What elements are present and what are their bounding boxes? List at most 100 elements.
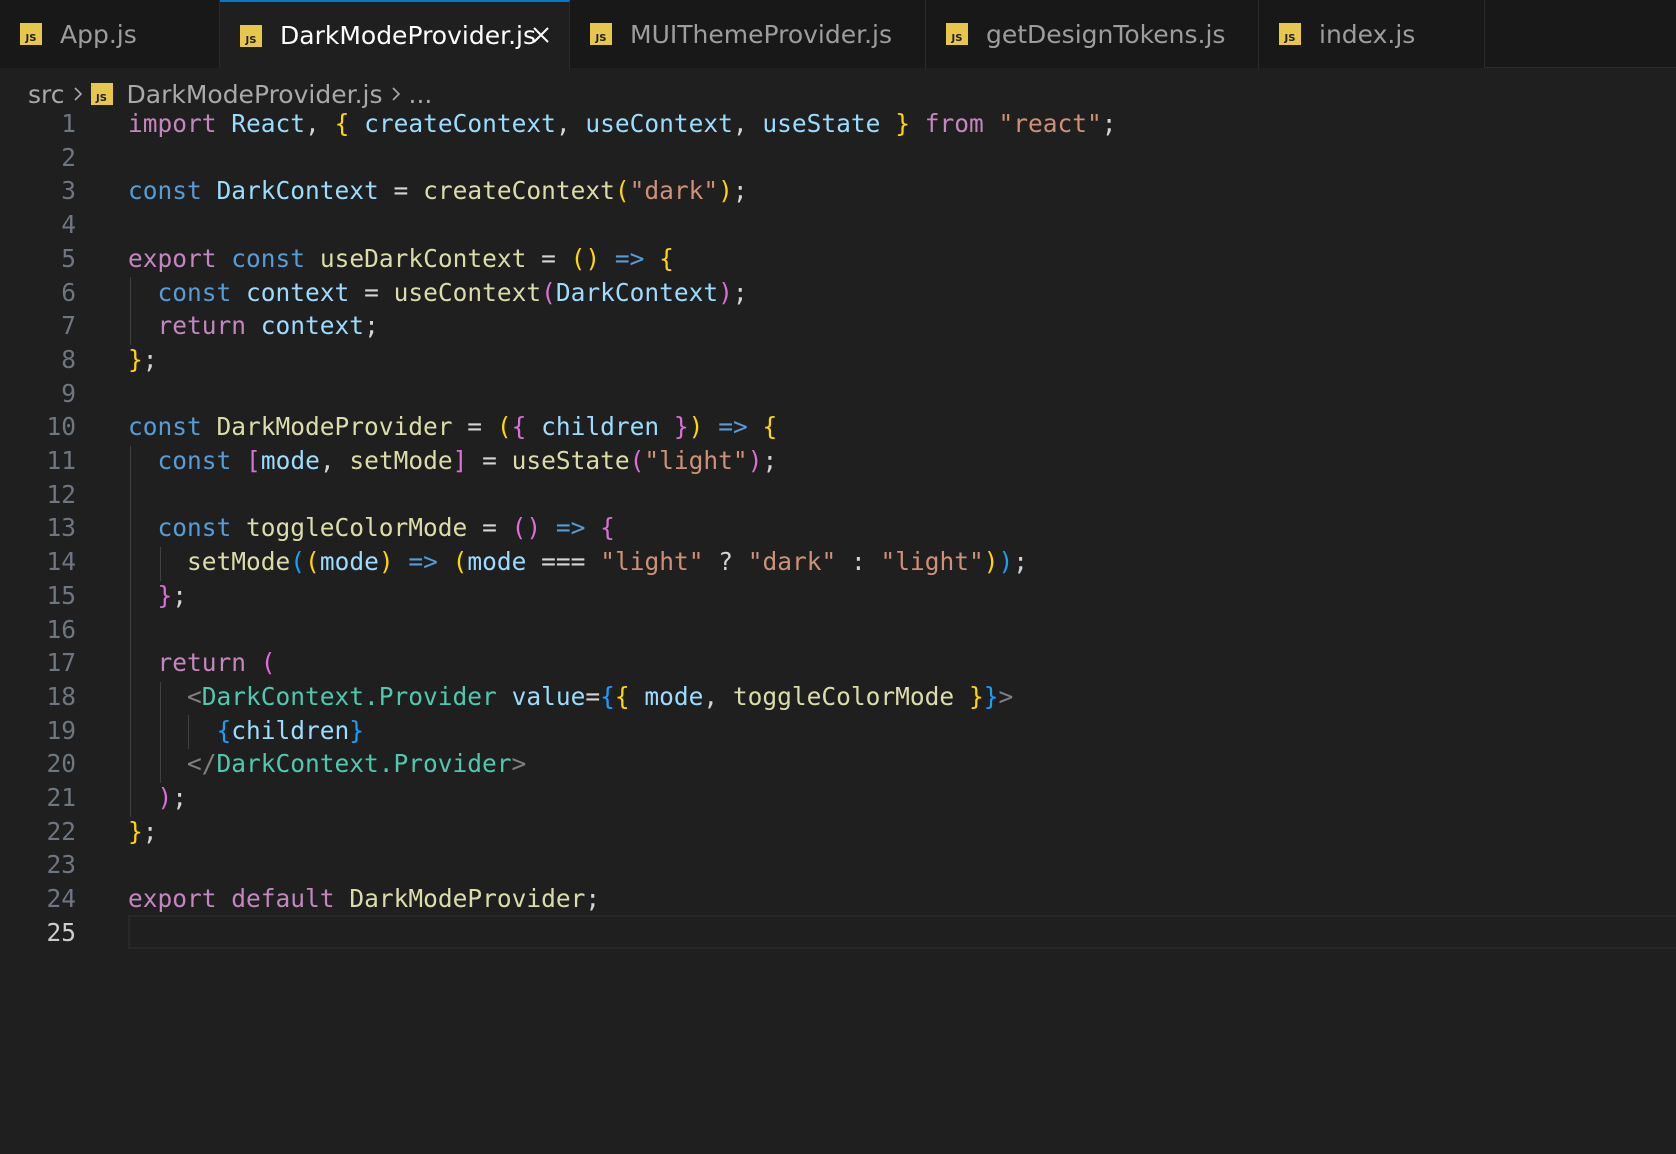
code-line[interactable]: 19 {children} xyxy=(0,713,1676,749)
code-token: ) xyxy=(688,412,704,442)
code-token: < xyxy=(187,681,202,711)
code-line[interactable]: 10 const DarkModeProvider = ({ children }… xyxy=(0,409,1676,445)
code-line[interactable]: 20 </DarkContext.Provider> xyxy=(0,746,1676,782)
code-line[interactable]: 22}; xyxy=(0,814,1676,850)
code-line[interactable]: 8}; xyxy=(0,342,1676,378)
code-token: useContext xyxy=(393,277,542,307)
line-number: 5 xyxy=(61,243,76,273)
code-token: ) xyxy=(157,783,173,812)
code-token: "dark" xyxy=(629,176,719,206)
code-token: "light" xyxy=(644,446,748,475)
code-token: const xyxy=(157,513,232,543)
code-token: , xyxy=(319,446,350,475)
tab-index-js[interactable]: JS index.js xyxy=(1259,0,1485,68)
code-token: { xyxy=(511,412,527,442)
close-icon[interactable] xyxy=(527,21,555,49)
code-line[interactable]: 9 xyxy=(0,376,1676,412)
code-token: useState xyxy=(762,109,881,138)
code-line[interactable]: 6 const context = useContext(DarkContext… xyxy=(0,275,1676,311)
breadcrumb-file[interactable]: DarkModeProvider.js xyxy=(127,80,383,109)
code-token: === xyxy=(526,547,601,577)
code-line[interactable]: 14 setMode((mode) => (mode === "light" ?… xyxy=(0,544,1676,580)
tab-app-js[interactable]: JS App.js xyxy=(0,0,220,68)
code-token: ( xyxy=(290,547,306,577)
code-line[interactable]: 2 xyxy=(0,140,1676,176)
js-file-icon: JS xyxy=(240,24,262,47)
code-token: return xyxy=(157,311,247,341)
line-number: 6 xyxy=(61,277,76,307)
current-line-highlight xyxy=(128,914,1676,949)
code-line[interactable]: 21 ); xyxy=(0,780,1676,816)
code-line[interactable]: 23 xyxy=(0,847,1676,883)
code-line[interactable]: 1 import React, { createContext, useConte… xyxy=(0,106,1676,142)
line-number: 25 xyxy=(46,917,76,947)
js-file-icon: JS xyxy=(90,83,113,105)
code-token: const xyxy=(157,446,232,475)
line-number: 24 xyxy=(46,884,76,914)
code-text: const context = useContext(DarkContext); xyxy=(128,275,748,311)
code-line[interactable]: 16 xyxy=(0,612,1676,648)
code-token: ( xyxy=(629,446,645,475)
code-token: ; xyxy=(585,884,601,914)
code-token: ) xyxy=(983,547,999,577)
code-token: } xyxy=(895,109,910,138)
code-token: = xyxy=(585,681,601,711)
code-token: = xyxy=(349,277,394,307)
breadcrumb-more[interactable]: ... xyxy=(409,80,433,109)
code-line[interactable]: 18 <DarkContext.Provider value={{ mode, … xyxy=(0,679,1676,715)
line-number: 10 xyxy=(46,412,76,442)
code-line[interactable]: 4 xyxy=(0,207,1676,243)
code-line[interactable]: 24 export default DarkModeProvider; xyxy=(0,881,1676,917)
code-line[interactable]: 25 xyxy=(0,914,1676,951)
chevron-right-icon xyxy=(389,84,403,104)
code-editor[interactable]: 1 import React, { createContext, useConte… xyxy=(0,109,1676,1154)
code-token: useContext xyxy=(585,109,733,138)
code-token: } xyxy=(128,816,143,846)
code-token: } xyxy=(128,344,143,374)
code-token: </ xyxy=(187,749,217,779)
code-token: { xyxy=(216,715,232,745)
tab-muithemeprovider-js[interactable]: JS MUIThemeProvider.js xyxy=(570,0,926,68)
code-token: ) xyxy=(378,547,394,577)
code-line[interactable]: 12 xyxy=(0,477,1676,513)
code-token: { xyxy=(659,243,674,273)
code-token: const xyxy=(157,277,232,307)
line-number: 2 xyxy=(61,142,76,172)
line-number: 15 xyxy=(46,580,76,610)
code-line[interactable]: 13 const toggleColorMode = () => { xyxy=(0,510,1676,546)
code-token: ( xyxy=(496,412,512,442)
code-token: ; xyxy=(172,580,188,610)
code-line[interactable]: 7 return context; xyxy=(0,308,1676,344)
code-token: ( xyxy=(614,176,630,206)
tab-getdesigntokens-js[interactable]: JS getDesignTokens.js xyxy=(926,0,1259,68)
code-token: ; xyxy=(142,344,158,374)
code-token: "light" xyxy=(880,547,984,577)
code-token: ; xyxy=(1013,547,1029,577)
breadcrumb-folder[interactable]: src xyxy=(28,80,65,109)
code-token: , xyxy=(305,109,335,138)
code-line[interactable]: 11 const [mode, setMode] = useState("lig… xyxy=(0,443,1676,479)
code-token: } xyxy=(968,681,984,711)
code-line[interactable]: 17 return ( xyxy=(0,645,1676,681)
code-token: : xyxy=(836,547,881,577)
tab-darkmodeprovider-js[interactable]: JS DarkModeProvider.js xyxy=(220,0,570,69)
code-line[interactable]: 3 const DarkContext = createContext("dark… xyxy=(0,173,1676,209)
code-line[interactable]: 5 export const useDarkContext = () => { xyxy=(0,241,1676,277)
code-line[interactable]: 15 }; xyxy=(0,578,1676,614)
code-token: toggleColorMode xyxy=(732,681,955,711)
